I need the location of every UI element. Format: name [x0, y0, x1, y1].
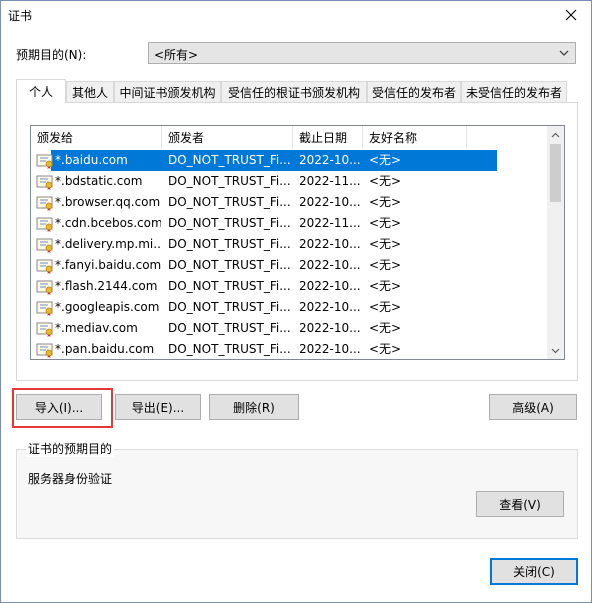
tab-untrusted-publishers[interactable]: 未受信任的发布者: [461, 81, 567, 102]
cell-expires: 2022-11...: [299, 216, 361, 230]
chevron-down-icon: [551, 348, 560, 353]
cell-expires: 2022-10...: [299, 321, 361, 335]
purposes-group-title: 证书的预期目的: [26, 440, 115, 457]
purpose-value: <所有>: [154, 48, 199, 62]
cell-issuer: DO_NOT_TRUST_Fi...: [168, 258, 290, 272]
cell-friendly: <无>: [369, 153, 402, 167]
cell-issuer: DO_NOT_TRUST_Fi...: [168, 216, 290, 230]
scroll-up-button[interactable]: [547, 126, 564, 143]
cell-friendly: <无>: [369, 279, 402, 293]
cell-issuer: DO_NOT_TRUST_Fi...: [168, 321, 290, 335]
cell-expires: 2022-10...: [299, 279, 361, 293]
cell-issued-to: *.baidu.com: [55, 153, 128, 167]
purpose-label: 预期目的(N):: [16, 48, 87, 62]
cell-expires: 2022-11...: [299, 174, 361, 188]
table-row[interactable]: *.cdn.bcebos.com DO_NOT_TRUST_Fi... 2022-1…: [31, 213, 546, 234]
scroll-down-button[interactable]: [547, 342, 564, 359]
purpose-dropdown[interactable]: <所有>: [148, 42, 576, 64]
table-row[interactable]: *.googleapis.com DO_NOT_TRUST_Fi... 2022-1…: [31, 297, 546, 318]
import-button[interactable]: 导入(I)...: [16, 394, 102, 420]
cell-issuer: DO_NOT_TRUST_Fi...: [168, 342, 290, 356]
purposes-text: 服务器身份验证: [28, 472, 113, 486]
certificate-icon: [36, 258, 54, 274]
certificate-icon: [36, 342, 54, 358]
list-rows: *.baidu.com DO_NOT_TRUST_Fi... 2022-10... <…: [31, 150, 546, 359]
cell-friendly: <无>: [369, 342, 402, 356]
cell-issuer: DO_NOT_TRUST_Fi...: [168, 195, 290, 209]
certificate-dialog: 证书 预期目的(N): <所有> 个人 其他人 中间证书颁发机构 受信任的根证书…: [0, 0, 592, 603]
cell-friendly: <无>: [369, 300, 402, 314]
table-row[interactable]: *.mediav.com DO_NOT_TRUST_Fi... 2022-10...…: [31, 318, 546, 339]
column-header-issuer[interactable]: 颁发者: [162, 126, 293, 149]
certificate-icon: [36, 300, 54, 316]
table-row[interactable]: *.pan.baidu.com DO_NOT_TRUST_Fi... 2022-10…: [31, 339, 546, 359]
column-header-expiration[interactable]: 截止日期: [293, 126, 363, 149]
table-row[interactable]: *.flash.2144.com DO_NOT_TRUST_Fi... 2022-1…: [31, 276, 546, 297]
cell-issuer: DO_NOT_TRUST_Fi...: [168, 174, 290, 188]
title-bar: 证书: [1, 1, 591, 31]
cell-friendly: <无>: [369, 258, 402, 272]
chevron-down-icon: [559, 50, 569, 56]
certificate-icon: [36, 153, 54, 169]
list-header: 颁发给 颁发者 截止日期 友好名称: [31, 126, 546, 150]
certificate-icon: [36, 195, 54, 211]
certificate-list[interactable]: 颁发给 颁发者 截止日期 友好名称 *.baidu.com DO_NOT_TRUS…: [30, 125, 565, 360]
window-title: 证书: [8, 9, 33, 23]
cell-issued-to: *.browser.qq.com: [55, 195, 161, 209]
cell-friendly: <无>: [369, 216, 402, 230]
table-row[interactable]: *.bdstatic.com DO_NOT_TRUST_Fi... 2022-11.…: [31, 171, 546, 192]
export-button[interactable]: 导出(E)...: [115, 394, 201, 420]
close-icon: [565, 9, 577, 21]
certificate-icon: [36, 237, 54, 253]
tab-other-people[interactable]: 其他人: [66, 81, 114, 102]
certificate-icon: [36, 174, 54, 190]
cell-issued-to: *.mediav.com: [55, 321, 138, 335]
close-button[interactable]: 关闭(C): [490, 558, 578, 585]
cell-issuer: DO_NOT_TRUST_Fi...: [168, 300, 290, 314]
table-row[interactable]: *.delivery.mp.mi... DO_NOT_TRUST_Fi... 202…: [31, 234, 546, 255]
cell-issuer: DO_NOT_TRUST_Fi...: [168, 153, 290, 167]
cell-issued-to: *.cdn.bcebos.com: [55, 216, 161, 230]
cell-expires: 2022-10...: [299, 153, 361, 167]
cell-expires: 2022-10...: [299, 342, 361, 356]
column-header-issued-to[interactable]: 颁发给: [31, 126, 162, 149]
table-row[interactable]: *.browser.qq.com DO_NOT_TRUST_Fi... 2022-1…: [31, 192, 546, 213]
table-row[interactable]: *.baidu.com DO_NOT_TRUST_Fi... 2022-10... <…: [31, 150, 546, 171]
certificate-icon: [36, 321, 54, 337]
cell-friendly: <无>: [369, 174, 402, 188]
cell-expires: 2022-10...: [299, 258, 361, 272]
cell-issuer: DO_NOT_TRUST_Fi...: [168, 237, 290, 251]
tab-personal[interactable]: 个人: [16, 79, 66, 103]
cell-expires: 2022-10...: [299, 237, 361, 251]
cell-expires: 2022-10...: [299, 300, 361, 314]
cell-friendly: <无>: [369, 321, 402, 335]
column-header-friendly-name[interactable]: 友好名称: [363, 126, 467, 149]
advanced-button[interactable]: 高级(A): [489, 394, 577, 420]
vertical-scrollbar[interactable]: [547, 126, 564, 359]
cell-issued-to: *.pan.baidu.com: [55, 342, 155, 356]
scroll-thumb[interactable]: [550, 144, 561, 202]
cell-expires: 2022-10...: [299, 195, 361, 209]
cell-issued-to: *.bdstatic.com: [55, 174, 143, 188]
cell-issued-to: *.flash.2144.com: [55, 279, 158, 293]
cell-issued-to: *.delivery.mp.mi...: [55, 237, 161, 251]
table-row[interactable]: *.fanyi.baidu.com DO_NOT_TRUST_Fi... 2022-…: [31, 255, 546, 276]
tab-trusted-root-ca[interactable]: 受信任的根证书颁发机构: [221, 81, 367, 102]
certificate-icon: [36, 279, 54, 295]
tab-trusted-publishers[interactable]: 受信任的发布者: [367, 81, 461, 102]
remove-button[interactable]: 删除(R): [209, 394, 299, 420]
view-button[interactable]: 查看(V): [476, 491, 564, 517]
chevron-up-icon: [551, 132, 560, 137]
cell-issued-to: *.fanyi.baidu.com: [55, 258, 161, 272]
close-window-button[interactable]: [551, 1, 591, 29]
tab-intermediate-ca[interactable]: 中间证书颁发机构: [114, 81, 221, 102]
cell-issued-to: *.googleapis.com: [55, 300, 160, 314]
certificate-icon: [36, 216, 54, 232]
cell-friendly: <无>: [369, 237, 402, 251]
cell-friendly: <无>: [369, 195, 402, 209]
cell-issuer: DO_NOT_TRUST_Fi...: [168, 279, 290, 293]
